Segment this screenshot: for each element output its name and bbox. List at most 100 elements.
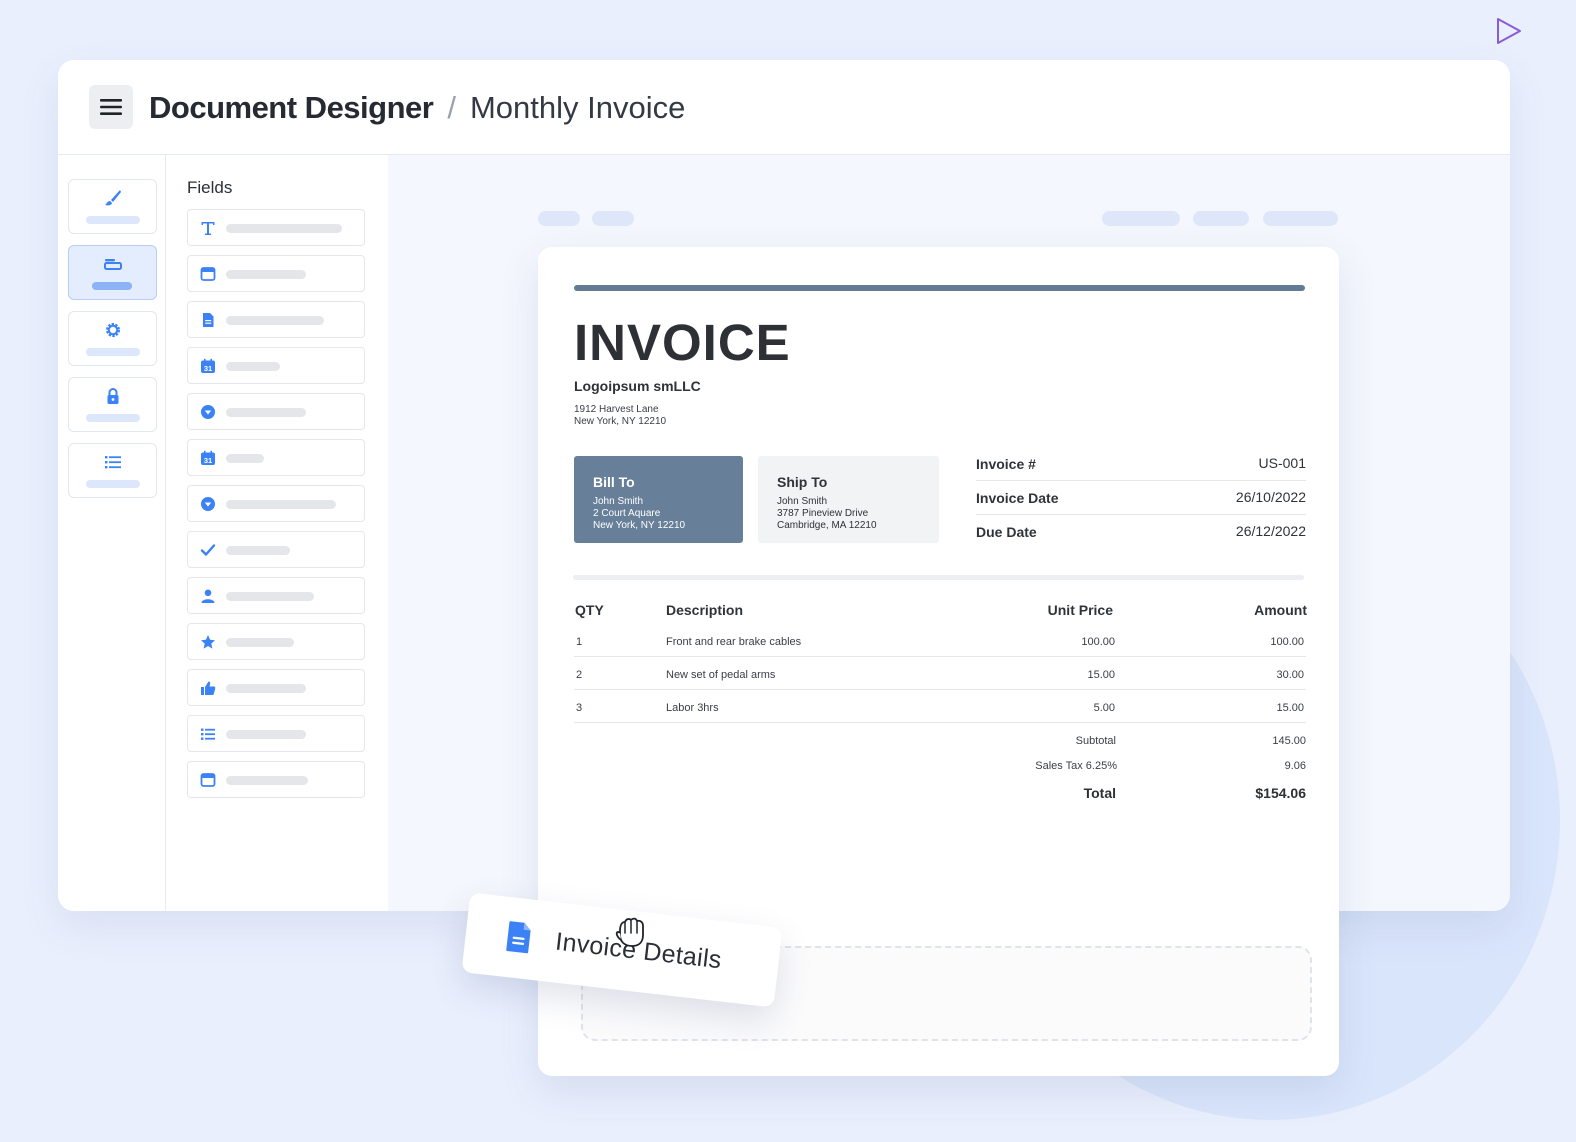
field-date-2[interactable]: 31 [187, 439, 365, 476]
thumbs-up-icon [201, 681, 216, 695]
subtotal-label: Subtotal [1075, 735, 1116, 747]
window-icon [200, 773, 216, 787]
fields-panel: Fields 31 31 [166, 155, 388, 911]
row-description: Labor 3hrs [666, 702, 719, 714]
due-date-label: Due Date [976, 524, 1037, 540]
company-address-line1: 1912 Harvest Lane [574, 404, 659, 415]
ship-to-line1: 3787 Pineview Drive [777, 508, 869, 519]
breadcrumb-separator: / [447, 90, 456, 125]
field-list[interactable] [187, 715, 365, 752]
list-icon [201, 728, 215, 740]
sales-tax-label: Sales Tax 6.25% [1035, 760, 1117, 772]
window-icon [200, 267, 216, 281]
calendar-icon: 31 [201, 358, 215, 373]
grab-cursor-icon [615, 917, 644, 947]
fields-icon [104, 259, 122, 270]
invoice-number-value: US-001 [1258, 455, 1306, 471]
column-header-amount: Amount [1254, 602, 1307, 618]
invoice-date-label: Invoice Date [976, 490, 1059, 506]
rail-item-design[interactable] [68, 179, 157, 234]
table-row: 2 New set of pedal arms 15.00 30.00 [574, 657, 1306, 690]
text-icon [201, 222, 215, 235]
subtotal-value: 145.00 [1272, 735, 1306, 747]
svg-text:31: 31 [204, 456, 212, 465]
gear-icon [106, 323, 120, 337]
row-amount: 15.00 [1276, 702, 1304, 714]
field-rating[interactable] [187, 623, 365, 660]
field-window-2[interactable] [187, 761, 365, 798]
invoice-number-row: Invoice # US-001 [976, 447, 1306, 481]
hamburger-icon [100, 99, 122, 115]
row-qty: 1 [576, 636, 583, 648]
bill-to-name: John Smith [593, 496, 644, 507]
rail-item-fields[interactable] [68, 245, 157, 300]
invoice-title: INVOICE [574, 314, 791, 371]
bill-to-line1: 2 Court Aquare [593, 508, 661, 519]
person-icon [201, 589, 215, 603]
fields-title: Fields [187, 178, 233, 197]
field-date[interactable]: 31 [187, 347, 365, 384]
table-row: 1 Front and rear brake cables 100.00 100… [574, 624, 1306, 657]
document-icon [203, 313, 214, 327]
field-text[interactable] [187, 209, 365, 246]
svg-text:31: 31 [204, 364, 212, 373]
company-name: Logoipsum smLLC [574, 378, 701, 394]
menu-button[interactable] [89, 85, 133, 129]
column-header-description: Description [666, 602, 744, 618]
breadcrumb-app-title[interactable]: Document Designer [149, 90, 434, 126]
rail-item-settings[interactable] [68, 311, 157, 366]
table-row: 3 Labor 3hrs 5.00 15.00 [574, 690, 1306, 723]
rail-item-security[interactable] [68, 377, 157, 432]
ship-to-box: Ship To John Smith 3787 Pineview Drive C… [758, 456, 939, 543]
row-amount: 100.00 [1270, 636, 1304, 648]
total-value: $154.06 [1255, 785, 1306, 801]
rail-item-list[interactable] [68, 443, 157, 498]
field-dropdown[interactable] [187, 393, 365, 430]
row-unit-price: 100.00 [1081, 636, 1115, 648]
row-unit-price: 15.00 [1087, 669, 1115, 681]
row-unit-price: 5.00 [1093, 702, 1115, 714]
toolbar-placeholder [1193, 211, 1249, 226]
toolbar-placeholder [538, 211, 580, 226]
invoice-top-rule [574, 285, 1305, 291]
invoice-number-label: Invoice # [976, 456, 1036, 472]
ship-to-line2: Cambridge, MA 12210 [777, 520, 877, 531]
field-person[interactable] [187, 577, 365, 614]
field-window[interactable] [187, 255, 365, 292]
row-qty: 2 [576, 669, 583, 681]
row-qty: 3 [576, 702, 583, 714]
field-document[interactable] [187, 301, 365, 338]
brush-icon [105, 190, 121, 206]
row-amount: 30.00 [1276, 669, 1304, 681]
top-bar: Document Designer / Monthly Invoice [58, 60, 1510, 155]
dropdown-icon [201, 405, 215, 419]
bill-to-title: Bill To [593, 474, 635, 490]
invoice-date-row: Invoice Date 26/10/2022 [976, 481, 1306, 515]
total-label: Total [1083, 785, 1116, 801]
sales-tax-value: 9.06 [1284, 760, 1306, 772]
field-like[interactable] [187, 669, 365, 706]
field-dropdown-2[interactable] [187, 485, 365, 522]
row-description: New set of pedal arms [666, 669, 776, 681]
tool-rail [58, 155, 166, 911]
play-icon [1497, 18, 1521, 44]
checkmark-icon [200, 544, 216, 556]
due-date-row: Due Date 26/12/2022 [976, 515, 1306, 549]
company-address: 1912 Harvest Lane New York, NY 12210 [574, 404, 666, 428]
invoice-date-value: 26/10/2022 [1235, 489, 1306, 505]
dropdown-icon [201, 497, 215, 511]
section-divider [573, 575, 1304, 580]
column-header-qty: QTY [575, 602, 604, 618]
document-icon [506, 921, 531, 954]
toolbar-placeholder [1263, 211, 1338, 226]
toolbar-placeholder [592, 211, 634, 226]
list-icon [105, 456, 121, 469]
breadcrumb-page-title: Monthly Invoice [469, 90, 686, 125]
company-address-line2: New York, NY 12210 [574, 416, 667, 427]
column-header-unit-price: Unit Price [1047, 602, 1113, 618]
field-checkbox[interactable] [187, 531, 365, 568]
breadcrumb: Document Designer / Monthly Invoice [149, 88, 685, 128]
calendar-icon: 31 [201, 450, 215, 465]
bill-to-box: Bill To John Smith 2 Court Aquare New Yo… [574, 456, 743, 543]
bill-to-line2: New York, NY 12210 [593, 520, 686, 531]
